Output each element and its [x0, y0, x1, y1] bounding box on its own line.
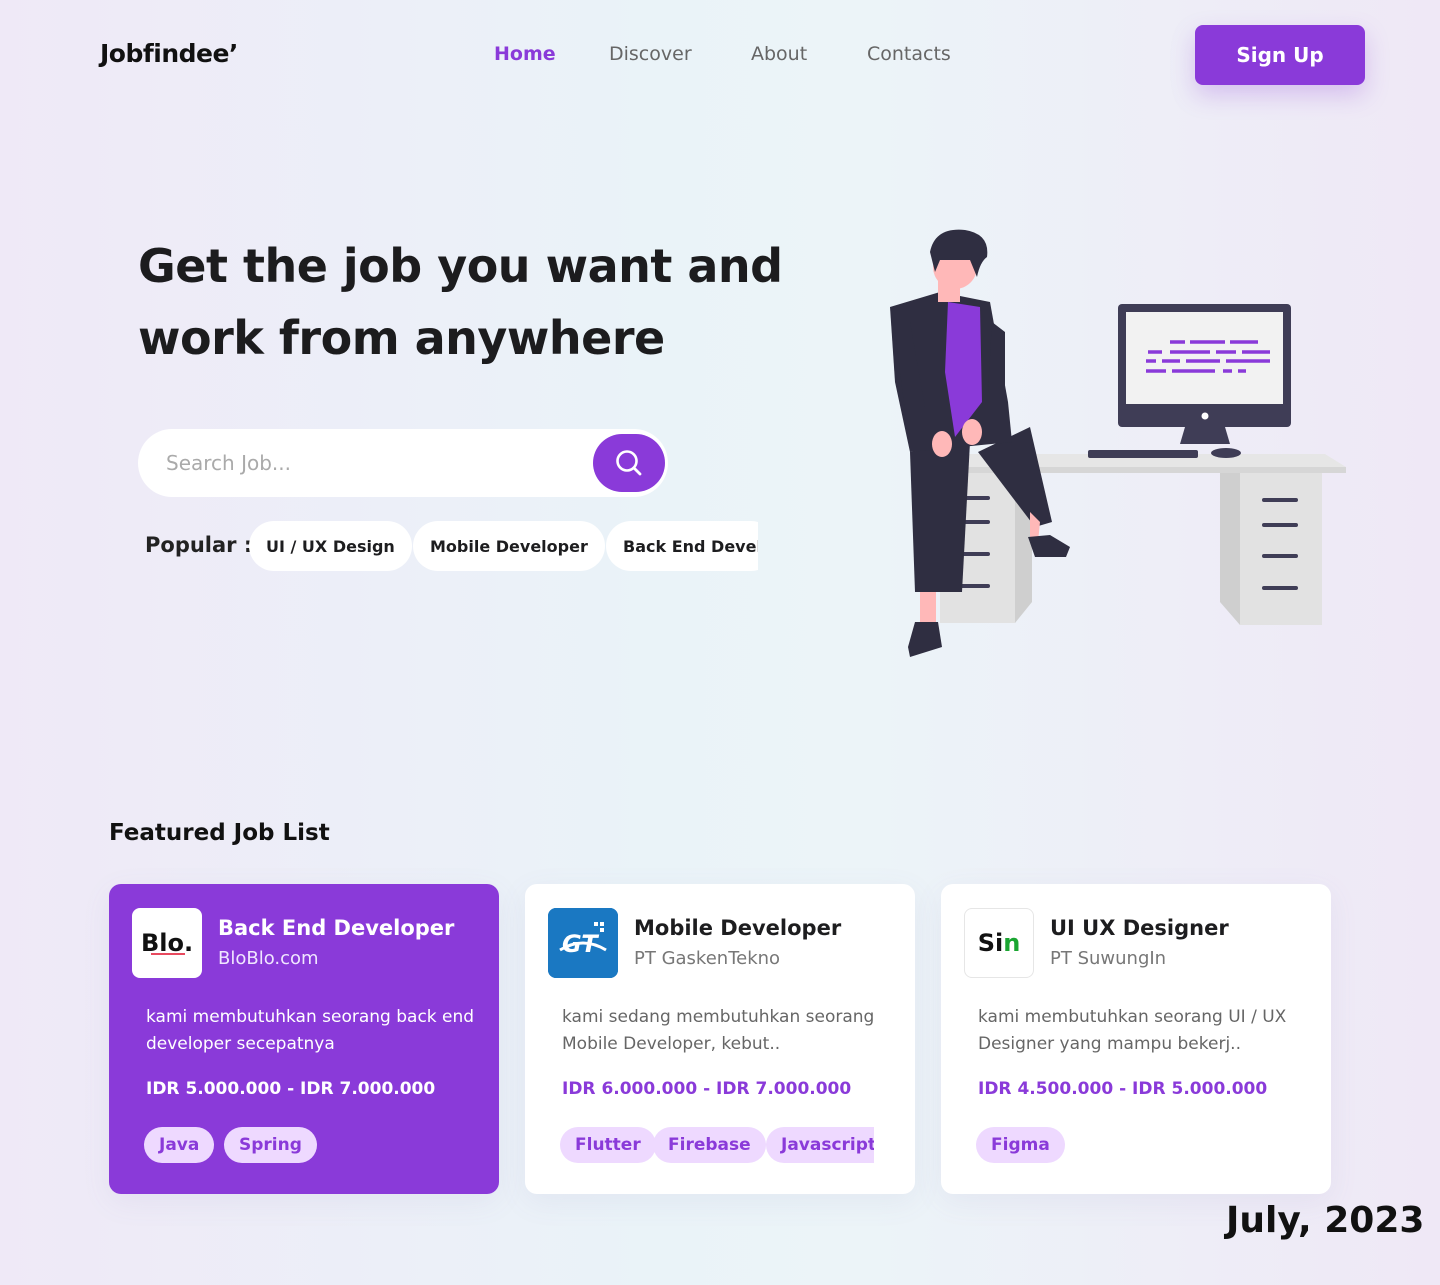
job-salary: IDR 6.000.000 - IDR 7.000.000	[562, 1079, 852, 1099]
job-tag[interactable]: Spring	[224, 1127, 317, 1163]
hero-title-line-1: Get the job you want and	[138, 239, 783, 293]
hero-title: Get the job you want and work from anywh…	[138, 230, 783, 374]
job-tag[interactable]: Figma	[976, 1127, 1065, 1163]
job-description: kami membutuhkan seorang back end develo…	[146, 1007, 475, 1054]
job-tag[interactable]: Java	[144, 1127, 215, 1163]
job-card-uiux[interactable]: Si n UI UX Designer PT SuwungIn kami memb…	[941, 884, 1331, 1194]
popular-tag-mobile[interactable]: Mobile Developer	[413, 521, 605, 571]
search-input[interactable]	[166, 449, 566, 477]
signup-button[interactable]: Sign Up	[1195, 25, 1365, 85]
job-description: kami sedang membutuhkan seorang Mobile D…	[562, 1007, 875, 1054]
job-salary: IDR 4.500.000 - IDR 5.000.000	[978, 1079, 1268, 1099]
nav-about[interactable]: About	[751, 43, 807, 65]
nav-discover[interactable]: Discover	[609, 43, 692, 65]
job-tags: Java Spring	[144, 1127, 459, 1163]
search-icon	[616, 450, 642, 476]
company-logo-gaskentekno: GT	[548, 908, 618, 978]
job-company: PT SuwungIn	[1050, 948, 1167, 969]
popular-tag-ui-ux[interactable]: UI / UX Design	[249, 521, 412, 571]
job-title: UI UX Designer	[1050, 916, 1229, 940]
job-title: Back End Developer	[218, 916, 455, 940]
job-description: kami membutuhkan seorang UI / UX Designe…	[978, 1007, 1287, 1054]
search-button[interactable]	[593, 434, 665, 492]
featured-section-title: Featured Job List	[109, 820, 330, 846]
job-card-mobile[interactable]: GT Mobile Developer PT GaskenTekno kami …	[525, 884, 915, 1194]
search-bar	[138, 429, 668, 497]
popular-label: Popular :	[145, 533, 253, 557]
job-tag[interactable]: Flutter	[560, 1127, 656, 1163]
job-tag[interactable]: Firebase	[653, 1127, 766, 1163]
footer-date: July, 2023	[1226, 1200, 1425, 1241]
job-company: PT GaskenTekno	[634, 948, 781, 969]
job-company: BloBlo.com	[218, 948, 319, 969]
bloblo-logo-underline	[151, 953, 185, 955]
job-tag[interactable]: Javascript	[766, 1127, 874, 1163]
suwungin-logo-accent: n	[1003, 929, 1021, 957]
popular-tags: UI / UX Design Mobile Developer Back End…	[249, 521, 758, 571]
job-tags: Flutter Firebase Javascript	[560, 1127, 874, 1163]
job-card-backend[interactable]: Blo. Back End Developer BloBlo.com kami …	[109, 884, 499, 1194]
hero-illustration	[890, 229, 1346, 657]
company-logo-bloblo: Blo.	[132, 908, 202, 978]
nav-contacts[interactable]: Contacts	[867, 43, 951, 65]
nav-home[interactable]: Home	[494, 43, 556, 65]
gaskentekno-logo-icon: GT	[548, 908, 618, 978]
hero-title-line-2: work from anywhere	[138, 311, 665, 365]
company-logo-suwungin: Si n	[964, 908, 1034, 978]
suwungin-logo-text: Si	[977, 929, 1004, 957]
svg-text:GT: GT	[562, 930, 599, 958]
popular-tag-backend[interactable]: Back End Developer	[606, 521, 758, 571]
job-tags: Figma	[976, 1127, 1291, 1163]
job-salary: IDR 5.000.000 - IDR 7.000.000	[146, 1079, 436, 1099]
brand-logo[interactable]: Jobfindee’	[100, 39, 238, 68]
job-title: Mobile Developer	[634, 916, 842, 940]
